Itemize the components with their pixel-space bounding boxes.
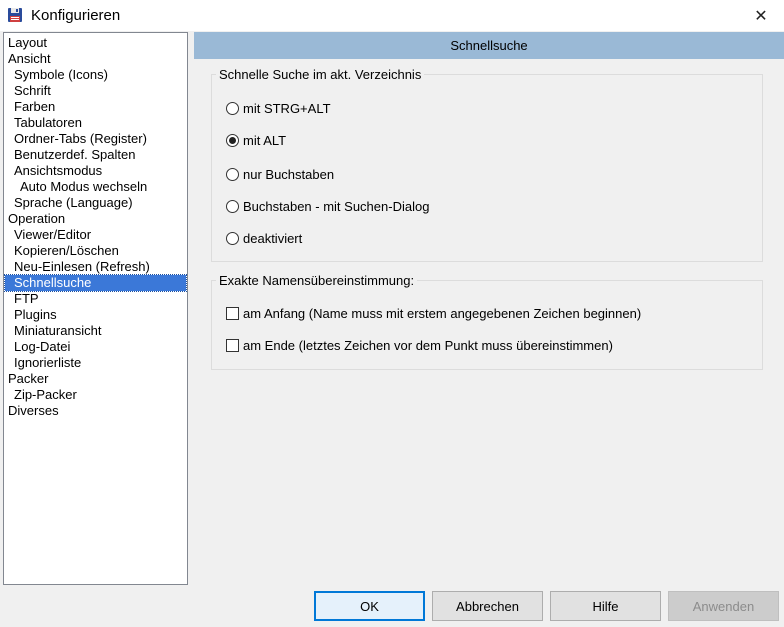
tree-item[interactable]: Tabulatoren xyxy=(5,115,186,131)
tree-item[interactable]: Schrift xyxy=(5,83,186,99)
tree-item[interactable]: Diverses xyxy=(5,403,186,419)
radio-label: nur Buchstaben xyxy=(243,167,335,182)
page-title: Schnellsuche xyxy=(194,32,784,59)
tree-item[interactable]: Sprache (Language) xyxy=(5,195,186,211)
tree-item[interactable]: FTP xyxy=(5,291,186,307)
radio-button[interactable] xyxy=(226,134,239,147)
exact-match-group-title: Exakte Namensübereinstimmung: xyxy=(216,273,418,288)
checkbox-option[interactable]: am Ende (letztes Zeichen vor dem Punkt m… xyxy=(226,338,613,353)
checkbox-label: am Anfang (Name muss mit erstem angegebe… xyxy=(243,306,642,321)
title-bar: Konfigurieren ✕ xyxy=(0,0,784,31)
tree-item[interactable]: Plugins xyxy=(5,307,186,323)
exact-match-group: Exakte Namensübereinstimmung: xyxy=(211,273,763,370)
tree-item[interactable]: Symbole (Icons) xyxy=(5,67,186,83)
checkbox-label: am Ende (letztes Zeichen vor dem Punkt m… xyxy=(243,338,613,353)
ok-button[interactable]: OK xyxy=(314,591,425,621)
tree-item[interactable]: Log-Datei xyxy=(5,339,186,355)
apply-button[interactable]: Anwenden xyxy=(668,591,779,621)
checkbox[interactable] xyxy=(226,339,239,352)
tree-item[interactable]: Schnellsuche xyxy=(4,274,187,292)
tree-item[interactable]: Kopieren/Löschen xyxy=(5,243,186,259)
tree-item[interactable]: Ansichtsmodus xyxy=(5,163,186,179)
tree-item[interactable]: Ansicht xyxy=(5,51,186,67)
tree-item[interactable]: Ordner-Tabs (Register) xyxy=(5,131,186,147)
tree-item[interactable]: Operation xyxy=(5,211,186,227)
close-button[interactable]: ✕ xyxy=(738,0,784,31)
close-icon: ✕ xyxy=(754,7,768,25)
floppy-disk-icon xyxy=(8,8,22,22)
tree-item[interactable]: Farben xyxy=(5,99,186,115)
tree-item[interactable]: Ignorierliste xyxy=(5,355,186,371)
tree-item[interactable]: Auto Modus wechseln xyxy=(5,179,186,195)
window-title: Konfigurieren xyxy=(31,7,121,24)
checkbox[interactable] xyxy=(226,307,239,320)
tree-item[interactable]: Packer xyxy=(5,371,186,387)
tree-item[interactable]: Miniaturansicht xyxy=(5,323,186,339)
radio-option[interactable]: mit STRG+ALT xyxy=(226,101,331,116)
tree-item[interactable]: Viewer/Editor xyxy=(5,227,186,243)
checkbox-option[interactable]: am Anfang (Name muss mit erstem angegebe… xyxy=(226,306,641,321)
tree-item[interactable]: Layout xyxy=(5,35,186,51)
settings-tree[interactable]: Layout Ansicht Symbole (Icons) Schrift Farbe… xyxy=(3,32,188,585)
radio-option[interactable]: mit ALT xyxy=(226,133,286,148)
help-button[interactable]: Hilfe xyxy=(550,591,661,621)
radio-button[interactable] xyxy=(226,232,239,245)
tree-item[interactable]: Zip-Packer xyxy=(5,387,186,403)
radio-option[interactable]: deaktiviert xyxy=(226,231,302,246)
radio-option[interactable]: nur Buchstaben xyxy=(226,167,334,182)
radio-label: Buchstaben - mit Suchen-Dialog xyxy=(243,199,430,214)
cancel-button[interactable]: Abbrechen xyxy=(432,591,543,621)
quick-search-group-title: Schnelle Suche im akt. Verzeichnis xyxy=(216,67,425,82)
tree-item[interactable]: Benutzerdef. Spalten xyxy=(5,147,186,163)
radio-label: mit STRG+ALT xyxy=(243,101,331,116)
radio-label: mit ALT xyxy=(243,133,287,148)
radio-button[interactable] xyxy=(226,200,239,213)
radio-button[interactable] xyxy=(226,168,239,181)
radio-label: deaktiviert xyxy=(243,231,303,246)
tree-item[interactable]: Neu-Einlesen (Refresh) xyxy=(5,259,186,275)
radio-option[interactable]: Buchstaben - mit Suchen-Dialog xyxy=(226,199,429,214)
radio-button[interactable] xyxy=(226,102,239,115)
